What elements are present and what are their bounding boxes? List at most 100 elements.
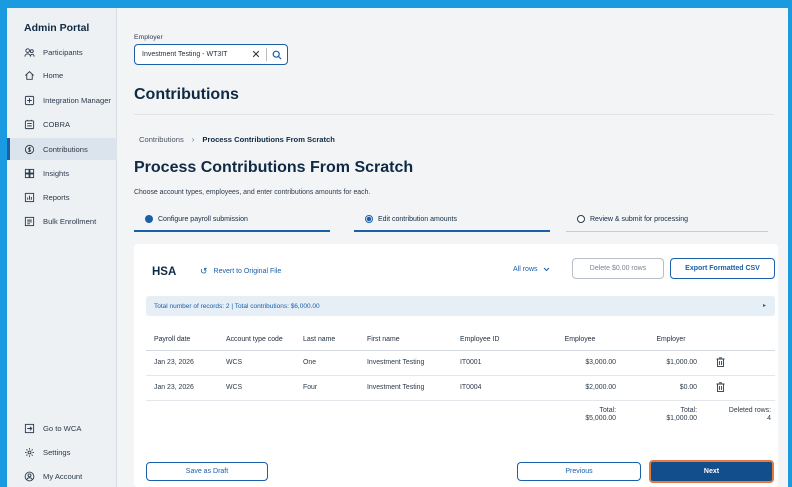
sidebar-item-label: Contributions xyxy=(43,144,88,154)
step-label: Review & submit for processing xyxy=(590,215,689,223)
home-icon xyxy=(25,70,34,80)
sidebar-item-reports[interactable]: Reports xyxy=(7,186,117,208)
delete-row-button[interactable] xyxy=(712,350,775,376)
gear-icon xyxy=(25,447,34,457)
sidebar-item-label: My Account xyxy=(43,471,83,481)
cell-employer-amount[interactable]: $0.00 xyxy=(630,375,712,401)
contributions-icon xyxy=(24,144,35,154)
deleted-rows-label: Deleted rows: xyxy=(728,406,771,414)
main-content: Employer Investment Testing - WT3IT ✕ Co… xyxy=(118,8,788,487)
step-configure[interactable]: Configure payroll submission xyxy=(134,206,330,232)
sidebar-item-label: Go to WCA xyxy=(43,423,82,433)
sidebar-item-bulk-enrollment[interactable]: Bulk Enrollment xyxy=(7,210,117,232)
cell-payroll-date: Jan 23, 2026 xyxy=(146,375,226,401)
table-row[interactable]: Jan 23, 2026 WCS One Investment Testing … xyxy=(146,350,775,376)
radio-empty-icon xyxy=(577,215,585,223)
account-title: HSA xyxy=(152,266,177,278)
sidebar-item-my-account[interactable]: My Account xyxy=(7,465,117,487)
table-header-row: Payroll date Account type code Last name… xyxy=(146,330,775,351)
sidebar-item-label: Bulk Enrollment xyxy=(43,216,97,226)
sidebar-item-label: Reports xyxy=(43,192,70,202)
step-label: Configure payroll submission xyxy=(158,215,248,223)
table-row[interactable]: Jan 23, 2026 WCS Four Investment Testing… xyxy=(146,375,775,401)
sidebar-item-home[interactable]: Home xyxy=(7,64,117,86)
employer-search-field[interactable]: Investment Testing - WT3IT ✕ xyxy=(134,44,288,65)
employee-total-label: Total: xyxy=(599,406,616,414)
cell-employee-amount[interactable]: $2,000.00 xyxy=(530,375,630,401)
cell-account-type: WCS xyxy=(226,375,303,401)
step-edit[interactable]: Edit contribution amounts xyxy=(354,206,550,232)
chevron-down-icon xyxy=(543,267,549,272)
breadcrumb-parent[interactable]: Contributions xyxy=(139,135,184,144)
save-draft-button[interactable]: Save as Draft xyxy=(146,462,268,481)
trash-icon xyxy=(716,381,725,392)
column-header[interactable]: Employer xyxy=(630,330,712,351)
step-progress-line xyxy=(354,230,550,232)
sidebar-item-label: Integration Manager xyxy=(43,95,111,105)
contributions-table: Payroll date Account type code Last name… xyxy=(146,330,775,428)
sidebar-item-integration-manager[interactable]: Integration Manager xyxy=(7,89,117,111)
column-header[interactable]: Account type code xyxy=(226,330,303,351)
records-summary-text: Total number of records: 2 | Total contr… xyxy=(154,302,320,310)
reports-icon xyxy=(24,192,35,202)
cell-employee-amount[interactable]: $3,000.00 xyxy=(530,350,630,376)
account-card: HSA ↺ Revert to Original File All rows D… xyxy=(134,244,778,487)
breadcrumb-current: Process Contributions From Scratch xyxy=(202,135,335,144)
cobra-icon xyxy=(24,119,35,129)
integration-icon xyxy=(24,95,35,105)
employer-value[interactable]: Investment Testing - WT3IT xyxy=(135,51,246,58)
previous-button[interactable]: Previous xyxy=(517,462,641,481)
sidebar: Admin Portal Participants Home Integrati… xyxy=(7,8,117,487)
next-button[interactable]: Next xyxy=(649,460,774,483)
column-header[interactable]: Employee ID xyxy=(460,330,530,351)
sidebar-item-contributions[interactable]: Contributions xyxy=(7,138,117,160)
column-header[interactable]: Employee xyxy=(530,330,630,351)
cell-first-name: Investment Testing xyxy=(367,375,460,401)
sidebar-item-insights[interactable]: Insights xyxy=(7,162,117,184)
undo-icon: ↺ xyxy=(200,266,208,276)
delete-zero-rows-button[interactable]: Delete $0.00 rows xyxy=(572,258,664,279)
sidebar-item-participants[interactable]: Participants xyxy=(7,41,117,63)
employer-total: Total: $1,000.00 xyxy=(630,400,712,428)
column-header[interactable]: Payroll date xyxy=(146,330,226,351)
caret-right-icon[interactable]: ▸ xyxy=(763,302,766,309)
employer-label: Employer xyxy=(134,34,163,41)
clear-icon[interactable]: ✕ xyxy=(246,45,266,64)
column-header[interactable]: Last name xyxy=(303,330,367,351)
rows-filter-dropdown[interactable]: All rows xyxy=(513,266,550,273)
step-review[interactable]: Review & submit for processing xyxy=(566,206,768,232)
brand-title: Admin Portal xyxy=(24,22,90,34)
cell-first-name: Investment Testing xyxy=(367,350,460,376)
cell-employer-amount[interactable]: $1,000.00 xyxy=(630,350,712,376)
page-title: Contributions xyxy=(134,86,239,103)
employee-total-value: $5,000.00 xyxy=(585,415,616,423)
export-csv-button[interactable]: Export Formatted CSV xyxy=(670,258,775,279)
insights-icon xyxy=(24,168,35,178)
revert-link[interactable]: ↺ Revert to Original File xyxy=(200,266,281,277)
employee-total: Total: $5,000.00 xyxy=(530,400,630,428)
records-summary-bar[interactable]: Total number of records: 2 | Total contr… xyxy=(146,296,775,316)
cell-last-name: Four xyxy=(303,375,367,401)
trash-icon xyxy=(716,356,725,367)
section-title: Process Contributions From Scratch xyxy=(134,159,414,176)
search-icon[interactable] xyxy=(267,45,287,64)
deleted-rows-total: Deleted rows: 4 xyxy=(712,400,775,428)
cell-employee-id: IT0004 xyxy=(460,375,530,401)
delete-row-button[interactable] xyxy=(712,375,775,401)
sidebar-item-settings[interactable]: Settings xyxy=(7,441,117,463)
external-link-icon xyxy=(24,423,35,433)
column-header[interactable]: First name xyxy=(367,330,460,351)
cell-account-type: WCS xyxy=(226,350,303,376)
sidebar-item-go-to-wca[interactable]: Go to WCA xyxy=(7,417,117,439)
intro-text: Choose account types, employees, and ent… xyxy=(134,189,371,196)
sidebar-item-label: COBRA xyxy=(43,119,71,129)
step-progress-line xyxy=(566,231,768,232)
header-divider xyxy=(134,114,774,115)
employer-total-value: $1,000.00 xyxy=(666,415,697,423)
sidebar-item-cobra[interactable]: COBRA xyxy=(7,113,117,135)
cell-payroll-date: Jan 23, 2026 xyxy=(146,350,226,376)
breadcrumb: Contributions › Process Contributions Fr… xyxy=(139,135,335,144)
stepper: Configure payroll submission Edit contri… xyxy=(134,206,768,234)
sidebar-item-label: Participants xyxy=(43,47,83,57)
totals-row: Total: $5,000.00 Total: $1,000.00 Delete… xyxy=(146,400,775,428)
